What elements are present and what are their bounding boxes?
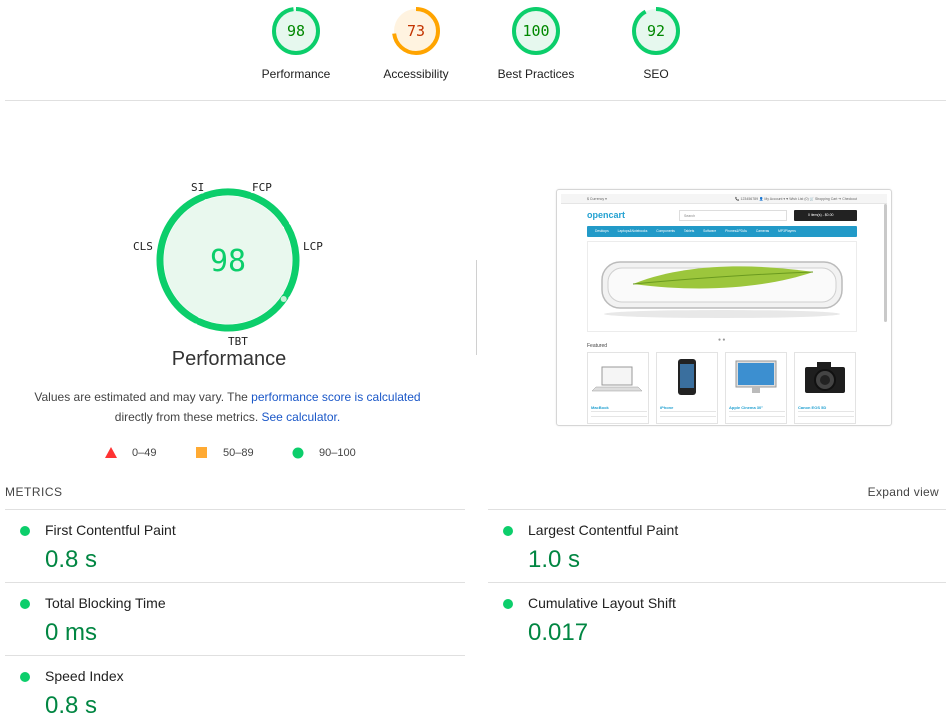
thumb-cart: 0 item(s) - $0.00 <box>794 210 857 221</box>
performance-gauge-ring: 98 <box>272 7 320 55</box>
note-middle: directly from these metrics. <box>114 410 262 424</box>
legend-fail-range: 0–49 <box>132 447 157 459</box>
score-gap-marker <box>280 296 287 303</box>
gauge-seo[interactable]: 92 SEO <box>596 5 716 81</box>
phone-icon <box>678 359 696 395</box>
thumb-product: iPhone <box>656 352 718 424</box>
thumb-nav: Desktops Laptops&Notebooks Components Ta… <box>587 226 857 237</box>
thumb-product-desc <box>729 411 785 417</box>
vertical-separator <box>476 260 477 355</box>
legend-pass-range: 90–100 <box>319 447 356 459</box>
performance-label: Performance <box>261 67 331 81</box>
metric-first-contentful-paint: First Contentful Paint 0.8 s <box>5 510 445 582</box>
performance-big-score: 98 <box>210 244 246 279</box>
pass-circle-icon <box>503 526 513 536</box>
metric-largest-contentful-paint: Largest Contentful Paint 1.0 s <box>488 510 928 582</box>
tbt-label: TBT <box>228 335 248 348</box>
seo-label: SEO <box>643 67 669 81</box>
lcp-label: LCP <box>303 240 323 253</box>
laptop-icon <box>591 366 643 392</box>
thumb-product-desc <box>660 411 716 417</box>
thumb-top-bar: $ Currency ▾ 📞 123456789 👤 My Account ▾ … <box>561 194 887 204</box>
cls-label: CLS <box>133 240 153 253</box>
gauge-accessibility[interactable]: 73 Accessibility <box>356 5 476 81</box>
gauge-best-practices[interactable]: 100 Best Practices <box>476 5 596 81</box>
circle-icon <box>292 447 304 459</box>
metric-cumulative-layout-shift: Cumulative Layout Shift 0.017 <box>488 583 928 655</box>
metric-value: 0 ms <box>45 619 98 646</box>
metric-value: 1.0 s <box>528 546 581 573</box>
metric-title: Total Blocking Time <box>45 595 166 611</box>
expand-view-toggle[interactable]: Expand view <box>868 485 939 499</box>
thumb-product-name: MacBook <box>591 405 609 410</box>
camera-icon <box>805 362 845 393</box>
score-calculated-link[interactable]: performance score is calculated <box>251 390 420 404</box>
thumb-product-name: Canon EOS 5D <box>798 405 827 410</box>
thumb-product-name: Apple Cinema 30" <box>729 405 764 410</box>
pass-circle-icon <box>20 599 30 609</box>
thumb-banner <box>587 241 857 332</box>
score-note: Values are estimated and may vary. The p… <box>20 387 435 427</box>
pass-circle-icon <box>20 526 30 536</box>
metric-title: Largest Contentful Paint <box>528 522 679 538</box>
performance-segment-ring: 98 <box>156 188 300 332</box>
triangle-icon <box>105 447 117 458</box>
thumb-product-desc <box>591 411 647 417</box>
best-practices-gauge-ring: 100 <box>512 7 560 55</box>
thumb-product: Canon EOS 5D <box>794 352 856 424</box>
thumb-currency: $ Currency ▾ <box>587 197 607 201</box>
metrics-heading: METRICS <box>5 485 63 499</box>
pass-circle-icon <box>503 599 513 609</box>
performance-score: 98 <box>287 22 305 40</box>
accessibility-score: 73 <box>407 22 425 40</box>
category-gauges: 98 Performance 73 Accessibility 100 Best… <box>236 5 716 95</box>
best-practices-score: 100 <box>522 22 549 40</box>
header-divider <box>5 100 946 101</box>
thumb-top-links: 📞 123456789 👤 My Account ▾ ♥ Wish List (… <box>735 197 857 201</box>
si-label: SI <box>191 181 205 194</box>
metric-speed-index: Speed Index 0.8 s <box>5 656 445 726</box>
metric-title: Speed Index <box>45 668 124 684</box>
accessibility-gauge-ring: 73 <box>392 7 440 55</box>
legend-average-range: 50–89 <box>223 447 254 459</box>
pass-circle-icon <box>20 672 30 682</box>
thumb-product: Apple Cinema 30" <box>725 352 787 424</box>
see-calculator-link[interactable]: See calculator. <box>261 410 340 424</box>
si-segment <box>202 188 253 200</box>
thumb-logo: opencart <box>587 210 626 220</box>
thumb-search: Search <box>679 210 787 221</box>
thumb-scrollbar <box>884 204 887 322</box>
seo-score: 92 <box>647 22 665 40</box>
monitor-icon <box>735 360 777 393</box>
thumb-carousel-dots: ● ● <box>718 337 726 343</box>
metric-value: 0.8 s <box>45 692 98 719</box>
metric-value: 0.017 <box>528 619 589 646</box>
fcp-label: FCP <box>252 181 272 194</box>
performance-title: Performance <box>171 348 287 370</box>
iphone-banner-image <box>601 261 843 318</box>
thumb-product-desc <box>798 411 854 417</box>
best-practices-label: Best Practices <box>497 67 575 81</box>
thumb-product: MacBook <box>587 352 649 424</box>
metric-total-blocking-time: Total Blocking Time 0 ms <box>5 583 445 655</box>
thumb-product-name: iPhone <box>660 405 674 410</box>
gauge-performance[interactable]: 98 Performance <box>236 5 356 81</box>
note-prefix: Values are estimated and may vary. The <box>34 390 252 404</box>
metric-title: Cumulative Layout Shift <box>528 595 676 611</box>
thumb-featured-title: Featured <box>587 343 608 349</box>
accessibility-label: Accessibility <box>383 67 449 81</box>
final-screenshot-thumbnail[interactable]: $ Currency ▾ 📞 123456789 👤 My Account ▾ … <box>556 189 892 426</box>
seo-gauge-ring: 92 <box>632 7 680 55</box>
metric-title: First Contentful Paint <box>45 522 176 538</box>
square-icon <box>196 447 207 458</box>
metric-value: 0.8 s <box>45 546 98 573</box>
